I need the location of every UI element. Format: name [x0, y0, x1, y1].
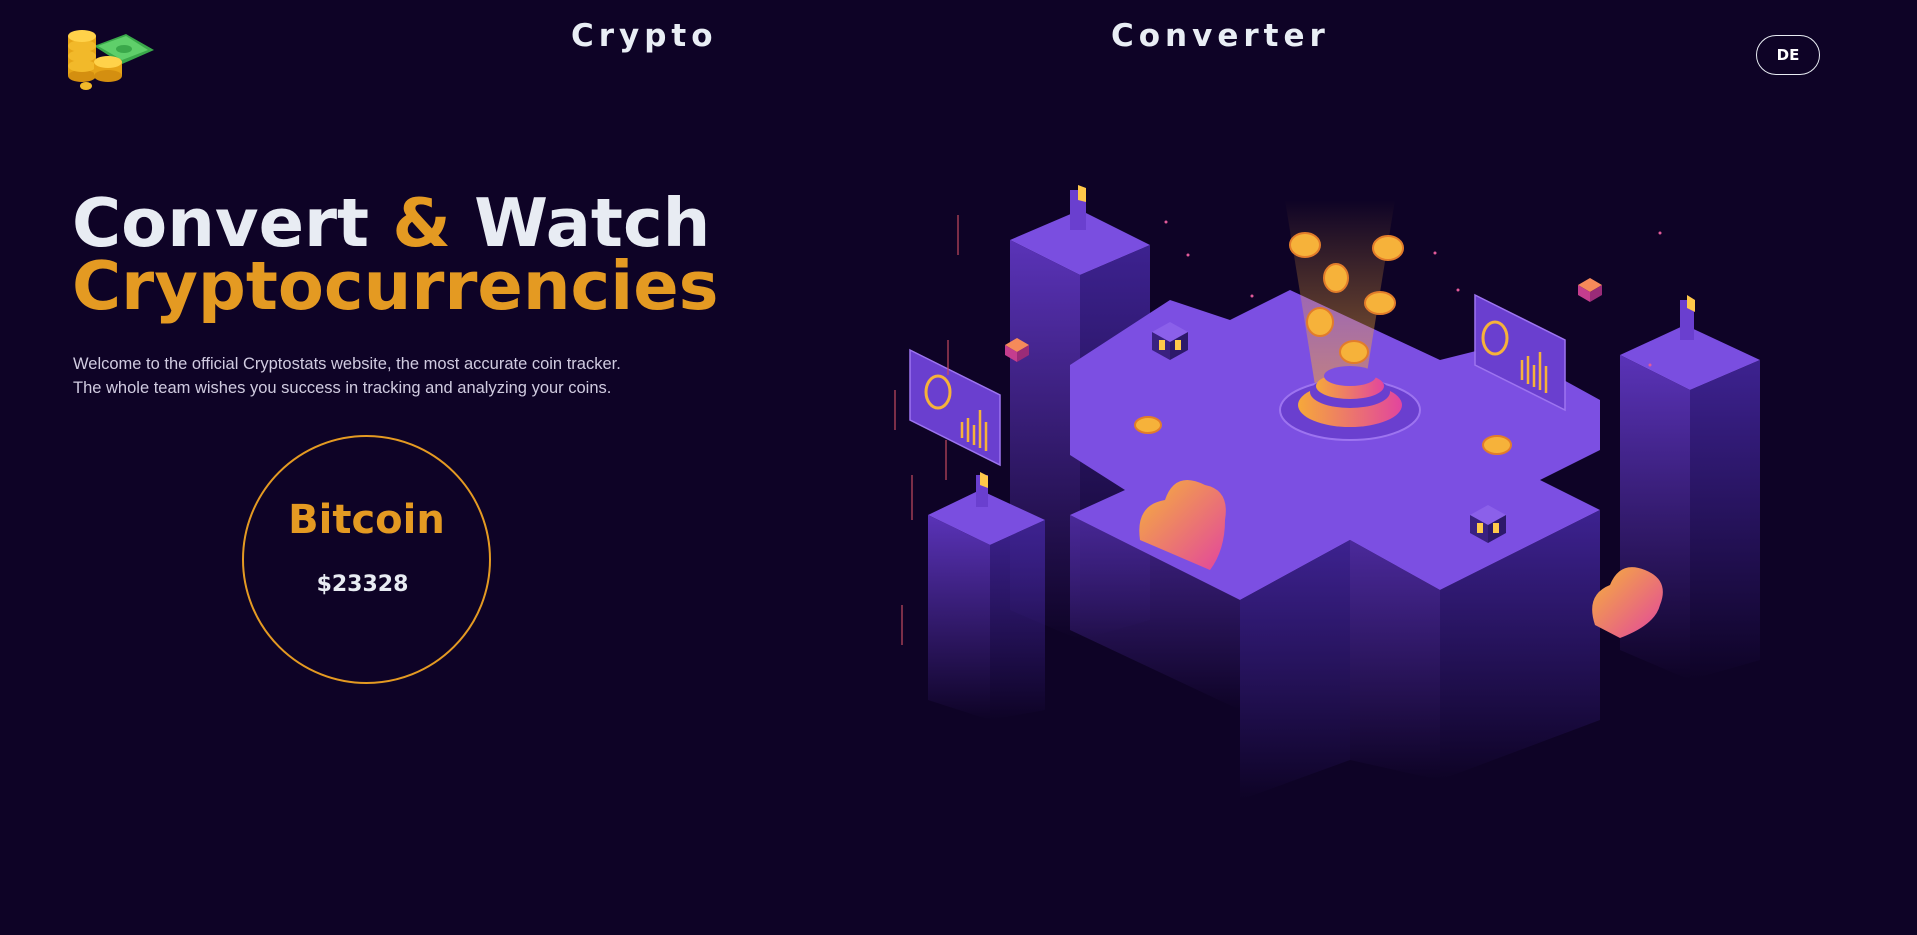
- coin-price: $23328: [316, 572, 409, 597]
- coins-logo-icon[interactable]: [64, 24, 156, 104]
- nav-link-crypto[interactable]: Crypto: [571, 18, 718, 54]
- hero-description-line1: Welcome to the official Cryptostats webs…: [73, 355, 621, 373]
- nav-link-converter[interactable]: Converter: [1111, 18, 1330, 54]
- hero-title-line1: Convert & Watch: [72, 190, 719, 257]
- hero-description-line2: The whole team wishes you success in tra…: [73, 379, 612, 397]
- chart-panel-left: [909, 348, 1001, 467]
- hero-title: Convert & Watch Cryptocurrencies: [72, 190, 719, 325]
- coin-name: Bitcoin: [288, 497, 445, 543]
- language-button[interactable]: DE: [1756, 35, 1820, 75]
- isometric-crypto-city-illustration: [894, 185, 1760, 800]
- hero-title-line2: Cryptocurrencies: [72, 247, 719, 325]
- coin-card-bitcoin[interactable]: Bitcoin $23328: [242, 435, 491, 684]
- hero-description: Welcome to the official Cryptostats webs…: [73, 352, 621, 400]
